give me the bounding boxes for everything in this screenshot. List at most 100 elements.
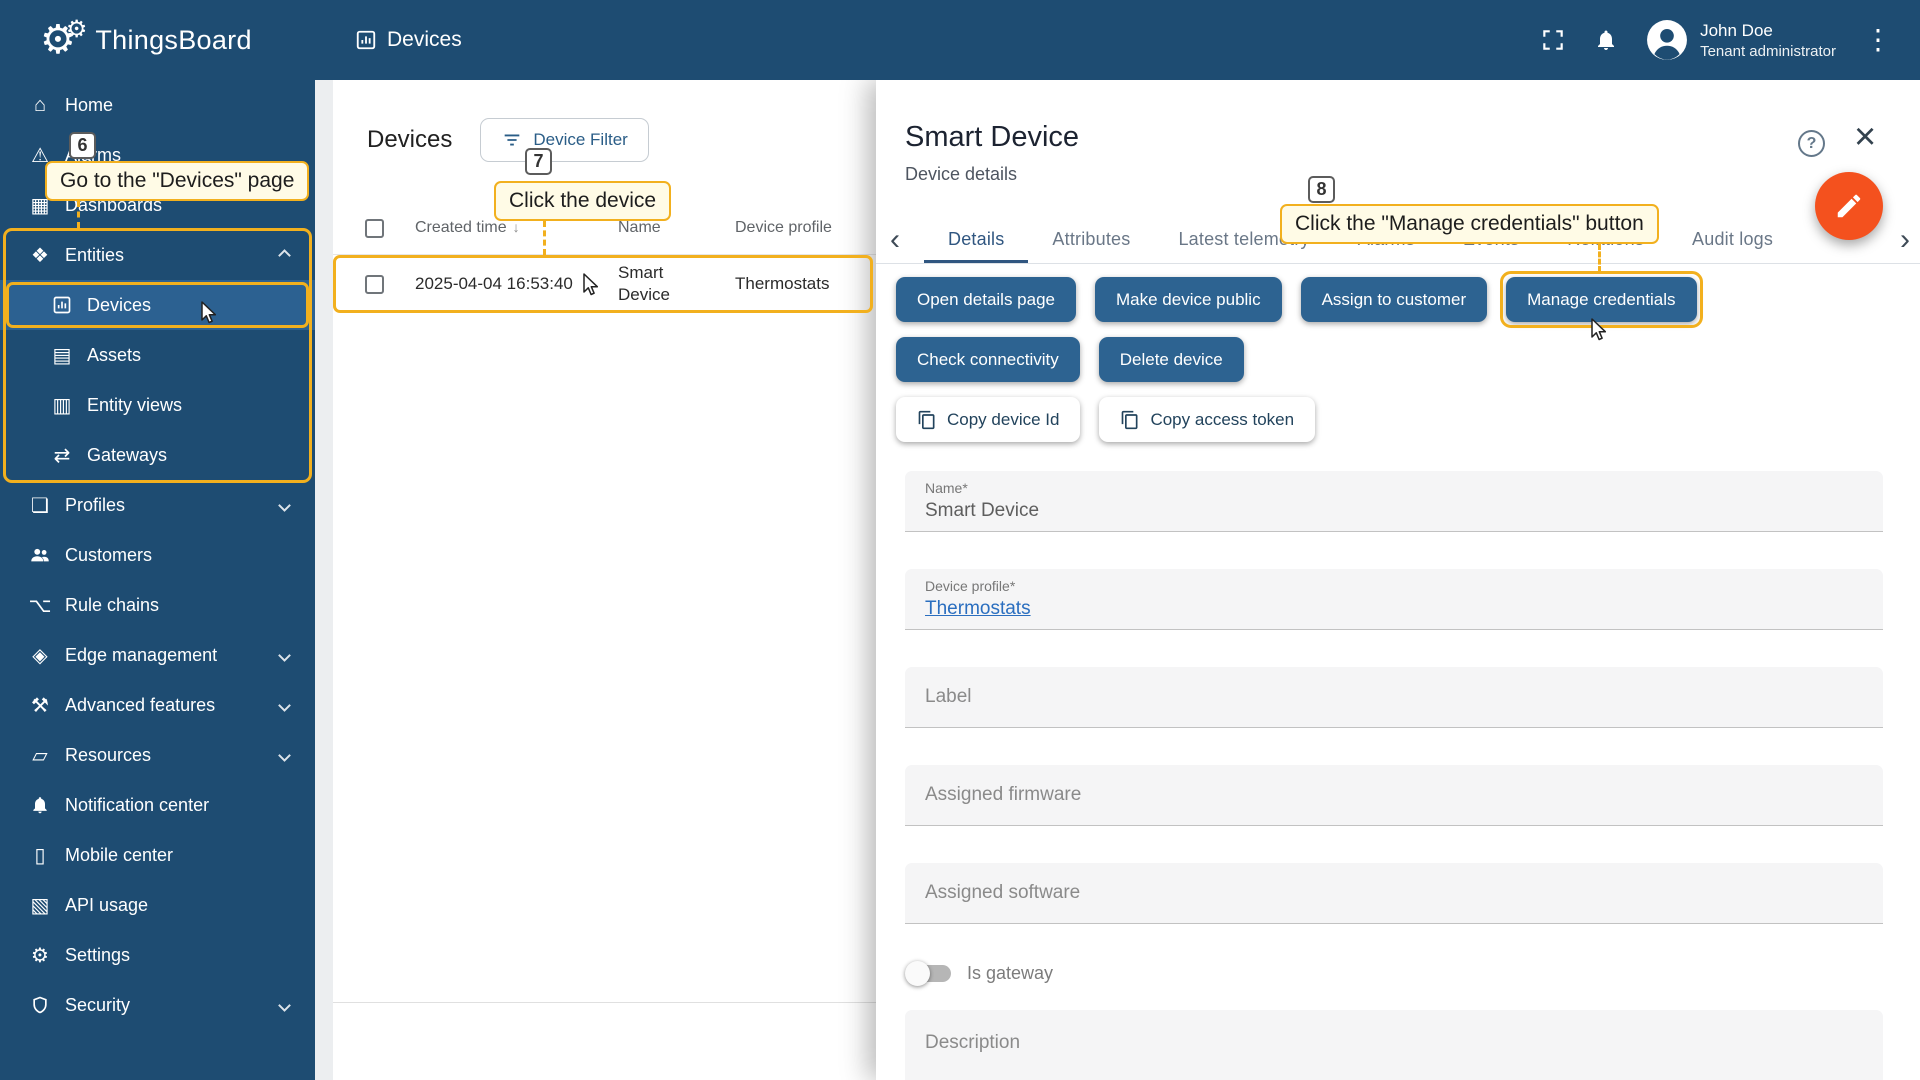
- user-role: Tenant administrator: [1700, 43, 1836, 60]
- tab-alarms[interactable]: Alarms: [1334, 215, 1439, 263]
- advanced-features-icon: ⚒: [27, 693, 53, 718]
- user-texts: John Doe Tenant administrator: [1700, 20, 1836, 59]
- customers-icon: [27, 544, 53, 566]
- chevron-right-icon: ›: [1900, 223, 1910, 257]
- fullscreen-icon: [1540, 27, 1566, 53]
- mobile-icon: ▯: [27, 843, 53, 868]
- sidebar-item-security[interactable]: Security: [0, 980, 315, 1030]
- sidebar-item-label: Alarms: [65, 145, 121, 166]
- resources-icon: ▱: [27, 743, 53, 768]
- edge-management-icon: ◈: [27, 643, 53, 668]
- tab-details[interactable]: Details: [924, 215, 1028, 263]
- description-field-label: Description: [925, 1032, 1863, 1054]
- select-all-checkbox[interactable]: [365, 219, 384, 238]
- chevron-up-icon: [278, 249, 291, 262]
- thingsboard-logo[interactable]: ⚙ ⚙ ThingsBoard: [40, 20, 310, 60]
- help-button[interactable]: ?: [1798, 130, 1825, 157]
- more-menu-button[interactable]: ⋮: [1864, 26, 1892, 54]
- device-profile-field-label: Device profile*: [925, 578, 1863, 594]
- row-checkbox[interactable]: [365, 275, 384, 294]
- tab-attributes[interactable]: Attributes: [1028, 215, 1154, 263]
- sidebar-item-label: Mobile center: [65, 845, 173, 866]
- tabs-scroll-right-button[interactable]: ›: [1900, 215, 1910, 264]
- toggle-knob: [905, 961, 930, 986]
- tab-events[interactable]: Events: [1439, 215, 1543, 263]
- copy-access-token-button[interactable]: Copy access token: [1099, 397, 1315, 442]
- top-header: ⚙ ⚙ ThingsBoard Devices: [0, 0, 1920, 80]
- sidebar-item-dashboards[interactable]: ▦ Dashboards: [0, 180, 315, 230]
- device-profile-link[interactable]: Thermostats: [925, 598, 1031, 620]
- assigned-software-field: Assigned software: [905, 863, 1883, 924]
- user-menu[interactable]: John Doe Tenant administrator: [1646, 19, 1836, 61]
- drawer-tab-bar: ‹ Details Attributes Latest telemetry Al…: [876, 215, 1920, 264]
- devices-icon: [49, 295, 75, 315]
- device-details-form: Name* Smart Device Device profile* Therm…: [876, 457, 1920, 1080]
- profiles-icon: ❏: [27, 493, 53, 518]
- sidebar-item-label: Resources: [65, 745, 151, 766]
- tab-relations[interactable]: Relations: [1543, 215, 1668, 263]
- assigned-firmware-label: Assigned firmware: [925, 784, 1863, 806]
- check-connectivity-button[interactable]: Check connectivity: [896, 337, 1080, 382]
- sidebar-item-devices[interactable]: Devices: [0, 280, 315, 330]
- header-right-cluster: John Doe Tenant administrator ⋮: [1540, 0, 1920, 80]
- sidebar-item-label: Profiles: [65, 495, 125, 516]
- sidebar-item-notification-center[interactable]: Notification center: [0, 780, 315, 830]
- tab-latest-telemetry[interactable]: Latest telemetry: [1154, 215, 1333, 263]
- sidebar-item-home[interactable]: ⌂ Home: [0, 80, 315, 130]
- cell-created-time: 2025-04-04 16:53:40: [415, 274, 618, 294]
- sidebar-item-alarms[interactable]: ⚠ Alarms: [0, 130, 315, 180]
- sidebar-item-resources[interactable]: ▱ Resources: [0, 730, 315, 780]
- column-name[interactable]: Name: [618, 219, 735, 237]
- device-filter-button[interactable]: Device Filter: [480, 118, 648, 162]
- sidebar-item-label: Devices: [87, 295, 151, 316]
- sidebar-item-assets[interactable]: ▤ Assets: [0, 330, 315, 380]
- sidebar-item-entity-views[interactable]: ▥ Entity views: [0, 380, 315, 430]
- tabs-scroll-left-button[interactable]: ‹: [890, 215, 900, 264]
- copy-device-id-button[interactable]: Copy device Id: [896, 397, 1080, 442]
- sidebar-item-mobile-center[interactable]: ▯ Mobile center: [0, 830, 315, 880]
- label-field: Label: [905, 667, 1883, 728]
- column-created-time[interactable]: Created time↓: [415, 219, 618, 237]
- sidebar-item-rule-chains[interactable]: ⌥ Rule chains: [0, 580, 315, 630]
- sidebar-item-gateways[interactable]: ⇄ Gateways: [0, 430, 315, 480]
- sidebar-item-advanced-features[interactable]: ⚒ Advanced features: [0, 680, 315, 730]
- is-gateway-label: Is gateway: [967, 963, 1053, 984]
- assigned-software-label: Assigned software: [925, 882, 1863, 904]
- is-gateway-toggle[interactable]: [907, 965, 951, 982]
- gateways-icon: ⇄: [49, 443, 75, 468]
- avatar: [1646, 19, 1688, 61]
- logo-gear-small-icon: ⚙: [66, 18, 88, 42]
- device-details-drawer: Smart Device Device details ? × ‹ Detail…: [876, 80, 1920, 1080]
- open-details-page-button[interactable]: Open details page: [896, 277, 1076, 322]
- header-section-title: Devices: [355, 0, 462, 80]
- sidebar-item-label: Security: [65, 995, 130, 1016]
- fullscreen-button[interactable]: [1540, 27, 1566, 53]
- bell-icon: [27, 795, 53, 815]
- notifications-button[interactable]: [1594, 28, 1618, 52]
- sidebar-item-label: Dashboards: [65, 195, 162, 216]
- sidebar-item-label: API usage: [65, 895, 148, 916]
- sidebar-item-edge-management[interactable]: ◈ Edge management: [0, 630, 315, 680]
- brand-name: ThingsBoard: [95, 25, 251, 56]
- table-footer-divider: [333, 1002, 876, 1003]
- api-usage-icon: ▧: [27, 893, 53, 918]
- manage-credentials-button[interactable]: Manage credentials: [1506, 277, 1696, 322]
- sidebar-item-settings[interactable]: ⚙ Settings: [0, 930, 315, 980]
- sidebar-item-customers[interactable]: Customers: [0, 530, 315, 580]
- shield-icon: [27, 995, 53, 1015]
- sidebar-item-label: Home: [65, 95, 113, 116]
- sidebar-item-api-usage[interactable]: ▧ API usage: [0, 880, 315, 930]
- drawer-tabs: Details Attributes Latest telemetry Alar…: [924, 215, 1797, 263]
- tab-audit-logs[interactable]: Audit logs: [1668, 215, 1797, 263]
- edit-device-fab[interactable]: [1815, 172, 1883, 240]
- sidebar-item-label: Gateways: [87, 445, 167, 466]
- make-device-public-button[interactable]: Make device public: [1095, 277, 1282, 322]
- sidebar-item-profiles[interactable]: ❏ Profiles: [0, 480, 315, 530]
- is-gateway-row: Is gateway: [907, 961, 1883, 986]
- header-section-label: Devices: [387, 28, 462, 52]
- sidebar-item-entities[interactable]: ❖ Entities: [0, 230, 315, 280]
- delete-device-button[interactable]: Delete device: [1099, 337, 1244, 382]
- close-drawer-button[interactable]: ×: [1854, 118, 1876, 156]
- sidebar-nav: ⌂ Home ⚠ Alarms ▦ Dashboards ❖ Entities …: [0, 80, 315, 1080]
- assign-to-customer-button[interactable]: Assign to customer: [1301, 277, 1488, 322]
